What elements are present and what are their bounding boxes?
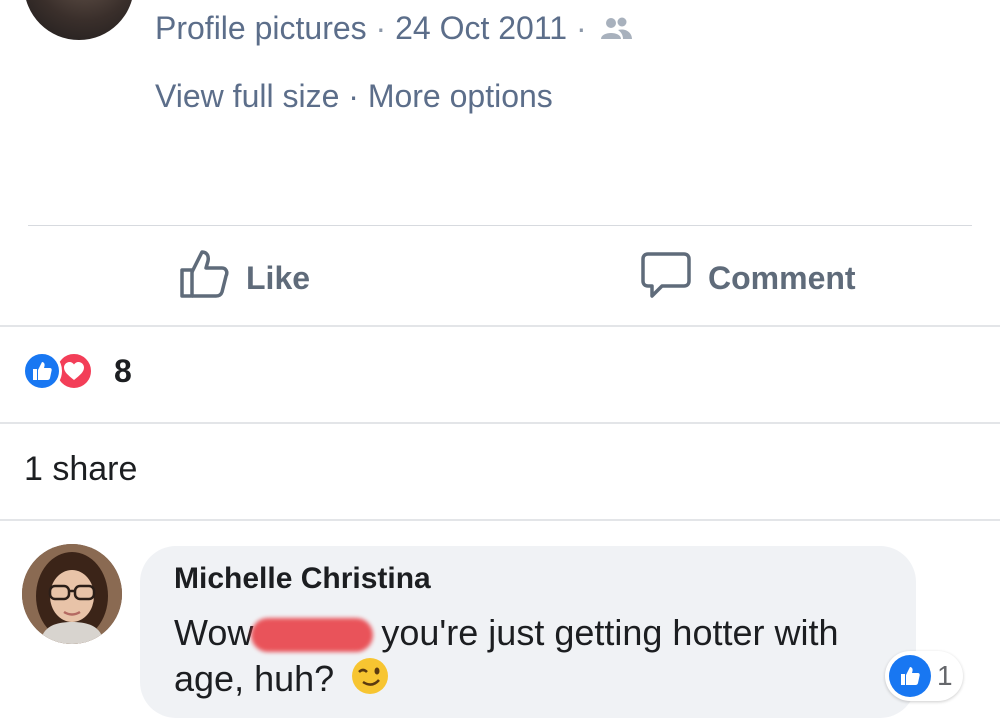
like-reaction-icon (22, 351, 62, 391)
comment-bubble[interactable]: Michelle Christina Wow you're just getti… (140, 546, 916, 718)
meta-separator: · (575, 10, 587, 46)
more-options-link[interactable]: More options (368, 78, 553, 114)
view-full-size-link[interactable]: View full size (155, 78, 339, 114)
comment-text-start: Wow (174, 612, 254, 653)
comment-text: Wow you're just getting hotter with age,… (174, 610, 894, 707)
friends-icon[interactable] (599, 12, 633, 49)
divider (28, 225, 972, 226)
divider (0, 519, 1000, 521)
link-separator: · (348, 78, 359, 114)
like-label: Like (246, 259, 311, 296)
like-reaction-icon (889, 655, 931, 697)
comment-label: Comment (708, 259, 856, 296)
redaction-mark (251, 618, 374, 653)
commenter-avatar[interactable] (22, 544, 122, 644)
post-meta: Profile pictures · 24 Oct 2011 · (155, 10, 633, 49)
share-count[interactable]: 1 share (24, 450, 137, 489)
reaction-count: 8 (114, 352, 132, 389)
speech-bubble-icon (640, 248, 692, 308)
post-view: Profile pictures · 24 Oct 2011 · View fu… (0, 0, 1000, 728)
photo-links: View full size · More options (155, 78, 553, 115)
meta-separator: · (375, 10, 387, 46)
comment-button[interactable]: Comment (640, 248, 856, 308)
thumbs-up-icon (178, 248, 230, 308)
poster-avatar[interactable] (24, 0, 134, 40)
winking-face-icon (350, 656, 390, 707)
album-link[interactable]: Profile pictures (155, 10, 367, 46)
comment-author[interactable]: Michelle Christina (174, 562, 431, 596)
comment-reaction-summary[interactable]: 1 (885, 651, 963, 701)
post-date[interactable]: 24 Oct 2011 (395, 10, 567, 46)
divider (0, 325, 1000, 327)
divider (0, 422, 1000, 424)
comment-reaction-count: 1 (937, 660, 953, 691)
like-button[interactable]: Like (178, 248, 310, 308)
reaction-summary[interactable]: 8 (22, 351, 132, 391)
